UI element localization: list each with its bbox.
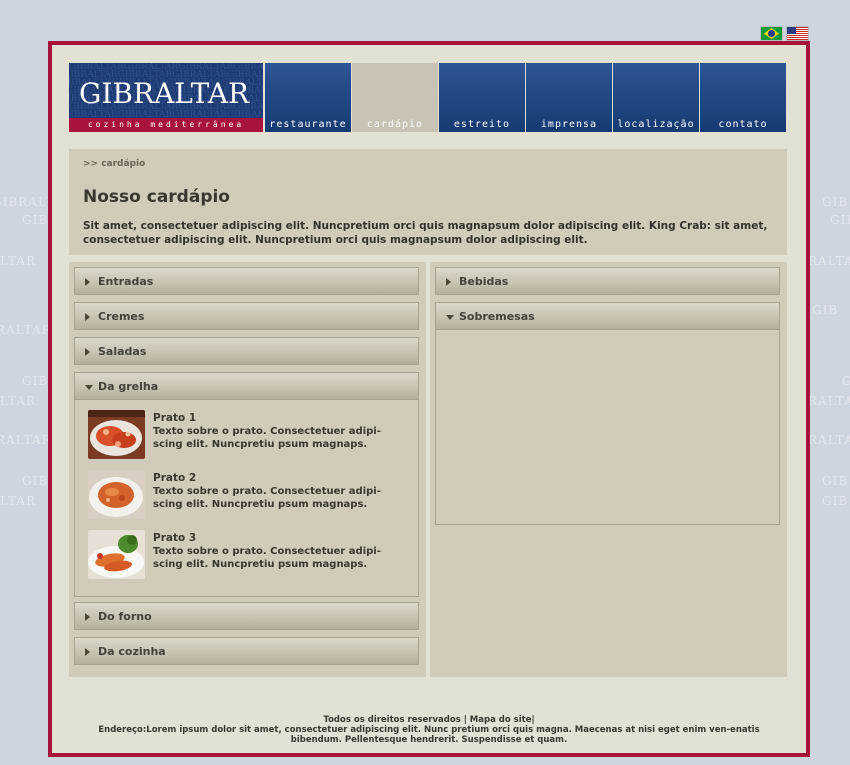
nav-item-restaurante[interactable]: restaurante <box>265 63 351 132</box>
watermark-text: GIB <box>842 374 850 388</box>
watermark-text: RALTAR <box>808 394 850 408</box>
accordion-label: Do forno <box>98 610 152 623</box>
watermark-text: RALTAR <box>0 323 52 337</box>
dish-photo <box>88 470 145 519</box>
menu-column-right: Bebidas Sobremesas <box>430 262 787 677</box>
page-frame: GIBRALTARGIBRALTARGIBRALTARGIBRALTAR GIB… <box>48 41 810 757</box>
watermark-text: GIB <box>822 195 849 209</box>
watermark-text: RALTAR <box>808 254 850 268</box>
accordion-label: Cremes <box>98 310 145 323</box>
nav-item-imprensa[interactable]: imprensa <box>526 63 612 132</box>
watermark-text: LTAR <box>0 254 37 268</box>
main-nav: restaurante cardápio estreito imprensa l… <box>265 63 786 132</box>
accordion-da-cozinha[interactable]: Da cozinha <box>74 637 419 665</box>
nav-item-label: restaurante <box>269 119 347 130</box>
watermark-text: LTAR <box>0 494 37 508</box>
intro-panel: >> cardápio Nosso cardápio Sit amet, con… <box>69 149 787 255</box>
watermark-text: GIB <box>822 494 849 508</box>
nav-item-label: estreito <box>453 119 511 130</box>
expand-arrow-icon <box>85 648 90 656</box>
dish-title: Prato 3 <box>153 532 197 544</box>
dish-item[interactable]: Prato 3 Texto sobre o prato. Consectetue… <box>88 530 408 582</box>
accordion-entradas[interactable]: Entradas <box>74 267 419 295</box>
watermark-text: RALTAR <box>808 433 850 447</box>
accordion-label: Da cozinha <box>98 645 166 658</box>
us-flag-icon[interactable] <box>786 26 809 41</box>
dish-description: Texto sobre o prato. Consectetuer adipi-… <box>153 426 381 450</box>
menu-column-left: Entradas Cremes Saladas Da grelha Prato … <box>69 262 426 677</box>
logo-tagline: cozinha mediterrânea <box>69 118 263 132</box>
footer-address: Endereço:Lorem ipsum dolor sit amet, con… <box>98 725 760 745</box>
accordion-label: Entradas <box>98 275 154 288</box>
watermark-text: GIB <box>812 303 839 317</box>
footer-separator: | <box>460 715 470 725</box>
sitemap-link[interactable]: Mapa do site <box>470 715 532 725</box>
dish-item[interactable]: Prato 2 Texto sobre o prato. Consectetue… <box>88 470 408 522</box>
accordion-body-sobremesas <box>435 330 780 525</box>
nav-item-label: localização <box>617 119 695 130</box>
dish-item[interactable]: Prato 1 Texto sobre o prato. Consectetue… <box>88 410 408 462</box>
watermark-text: RALTAR <box>0 433 52 447</box>
accordion-label: Sobremesas <box>459 310 535 323</box>
page-title: Nosso cardápio <box>83 187 230 207</box>
accordion-do-forno[interactable]: Do forno <box>74 602 419 630</box>
brazil-flag-icon[interactable] <box>760 26 783 41</box>
dish-photo <box>88 410 145 459</box>
logo[interactable]: GIBRALTARGIBRALTARGIBRALTARGIBRALTAR GIB… <box>69 63 263 132</box>
accordion-label: Bebidas <box>459 275 509 288</box>
nav-item-label: cardápio <box>366 119 424 130</box>
breadcrumb[interactable]: >> cardápio <box>83 159 145 169</box>
expand-arrow-icon <box>85 348 90 356</box>
expand-arrow-icon <box>446 278 451 286</box>
watermark-text: GIB <box>22 213 49 227</box>
collapse-arrow-icon <box>446 315 454 320</box>
watermark-text: LTAR <box>0 394 37 408</box>
footer-links: Todos os direitos reservados | Mapa do s… <box>52 715 806 725</box>
watermark-text: GIB <box>22 474 49 488</box>
logo-name: GIBRALTAR <box>79 77 250 110</box>
nav-item-label: imprensa <box>540 119 598 130</box>
nav-item-contato[interactable]: contato <box>700 63 786 132</box>
expand-arrow-icon <box>85 613 90 621</box>
dish-description: Texto sobre o prato. Consectetuer adipi-… <box>153 546 381 570</box>
accordion-saladas[interactable]: Saladas <box>74 337 419 365</box>
footer: Todos os direitos reservados | Mapa do s… <box>52 715 806 745</box>
intro-text: Sit amet, consectetuer adipiscing elit. … <box>83 220 768 246</box>
accordion-da-grelha[interactable]: Da grelha <box>74 372 419 400</box>
dish-photo <box>88 530 145 579</box>
expand-arrow-icon <box>85 278 90 286</box>
watermark-text: GIB <box>822 474 849 488</box>
accordion-body-da-grelha: Prato 1 Texto sobre o prato. Consectetue… <box>74 400 419 597</box>
accordion-label: Da grelha <box>98 380 159 393</box>
watermark-text: GIB <box>22 374 49 388</box>
nav-item-localizacao[interactable]: localização <box>613 63 699 132</box>
accordion-label: Saladas <box>98 345 147 358</box>
accordion-bebidas[interactable]: Bebidas <box>435 267 780 295</box>
accordion-sobremesas[interactable]: Sobremesas <box>435 302 780 330</box>
language-switcher <box>760 26 809 41</box>
accordion-cremes[interactable]: Cremes <box>74 302 419 330</box>
dish-description: Texto sobre o prato. Consectetuer adipi-… <box>153 486 381 510</box>
expand-arrow-icon <box>85 313 90 321</box>
dish-title: Prato 2 <box>153 472 197 484</box>
dish-title: Prato 1 <box>153 412 197 424</box>
watermark-text: GIB <box>830 213 850 227</box>
nav-item-estreito[interactable]: estreito <box>439 63 525 132</box>
nav-item-label: contato <box>718 119 768 130</box>
rights-text: Todos os direitos reservados <box>323 715 461 725</box>
collapse-arrow-icon <box>85 385 93 390</box>
footer-separator: | <box>531 715 535 725</box>
nav-item-cardapio[interactable]: cardápio <box>352 63 438 132</box>
